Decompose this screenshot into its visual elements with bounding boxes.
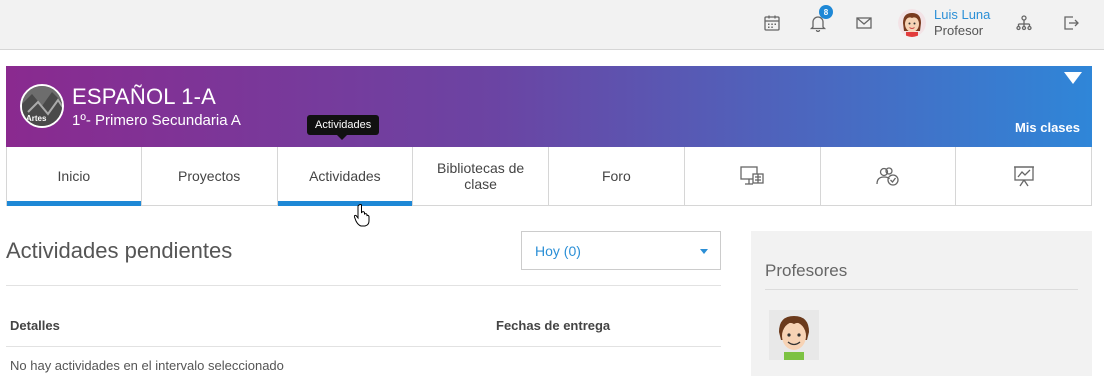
teachers-panel: Profesores — [751, 231, 1092, 376]
user-avatar — [898, 9, 926, 37]
course-banner: Artes ESPAÑOL 1-A 1º- Primero Secundaria… — [6, 66, 1092, 147]
tab-bibliotecas[interactable]: Bibliotecas de clase — [413, 147, 549, 205]
empty-message: No hay actividades en el intervalo selec… — [10, 358, 284, 373]
my-classes-link[interactable]: Mis clases — [1015, 120, 1080, 135]
users-check-icon — [876, 167, 899, 186]
date-filter-dropdown[interactable]: Hoy (0) — [521, 231, 721, 270]
divider — [6, 285, 721, 286]
column-header-due-dates: Fechas de entrega — [496, 318, 611, 333]
course-tabs: Inicio Proyectos Actividades Bibliotecas… — [6, 147, 1092, 206]
notification-badge: 8 — [819, 5, 833, 19]
bell-icon[interactable]: 8 — [805, 5, 833, 36]
column-header-details: Detalles — [10, 318, 60, 333]
divider — [6, 346, 721, 347]
section-title: Actividades pendientes — [6, 238, 233, 263]
tab-actividades[interactable]: Actividades — [277, 147, 414, 206]
tab-foro[interactable]: Foro — [549, 147, 685, 205]
tab-proyectos[interactable]: Proyectos — [142, 147, 278, 205]
logout-icon[interactable] — [1058, 10, 1084, 36]
teacher-avatar[interactable] — [769, 310, 819, 360]
date-filter-value: Hoy (0) — [535, 242, 581, 259]
teachers-title: Profesores — [765, 261, 848, 280]
tab-inicio[interactable]: Inicio — [6, 147, 142, 206]
tab-chart-board[interactable] — [956, 147, 1092, 205]
top-bar: 8 Luis Luna Profesor — [0, 0, 1104, 50]
hand-cursor-icon — [353, 204, 370, 227]
course-subtitle: 1º- Primero Secundaria A — [72, 112, 241, 129]
tab-tooltip: Actividades — [307, 115, 380, 140]
course-logo-text: Artes — [26, 114, 47, 123]
user-name[interactable]: Luis Luna — [934, 7, 990, 23]
calendar-icon[interactable] — [759, 10, 785, 36]
org-chart-icon[interactable] — [1011, 10, 1037, 36]
user-role: Profesor — [934, 23, 984, 38]
tab-presentation[interactable] — [685, 147, 821, 205]
user-menu[interactable]: Luis Luna Profesor — [898, 4, 990, 42]
divider — [765, 289, 1078, 290]
mail-icon[interactable] — [851, 10, 877, 36]
course-title: ESPAÑOL 1-A — [72, 84, 217, 109]
course-logo: Artes — [20, 84, 64, 128]
presentation-icon — [740, 166, 764, 185]
tab-users-check[interactable] — [821, 147, 957, 205]
chart-board-icon — [1013, 166, 1034, 187]
collapse-arrow-icon[interactable] — [1064, 72, 1082, 84]
chevron-down-icon — [700, 249, 708, 254]
